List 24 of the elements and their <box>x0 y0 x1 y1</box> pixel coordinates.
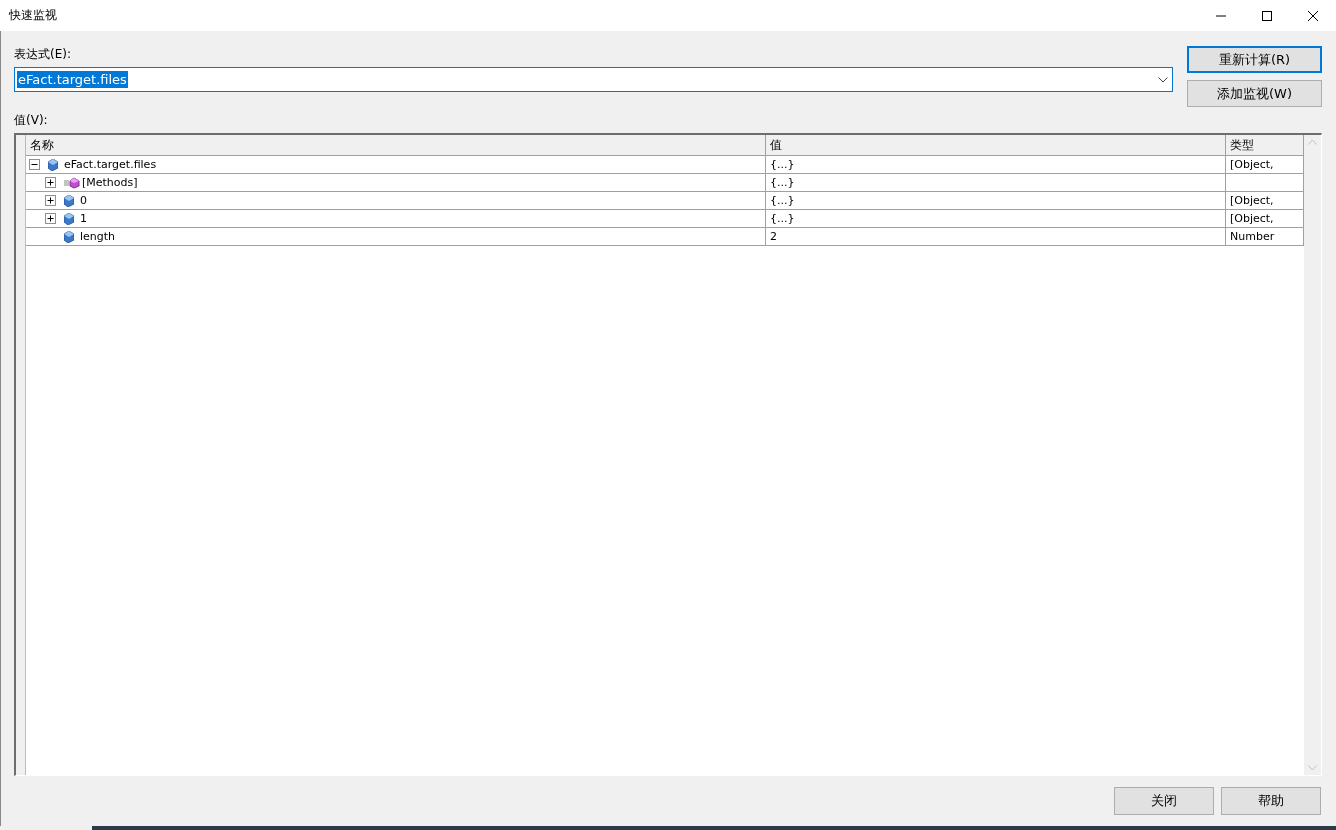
column-header[interactable]: 名称 <box>26 135 766 155</box>
name-cell: 1 <box>80 212 87 225</box>
type-cell: [Object, <box>1230 158 1274 171</box>
value-cell: {...} <box>770 158 795 171</box>
expression-combo-box[interactable]: eFact.target.files <box>14 67 1173 92</box>
help-button[interactable]: 帮助 <box>1221 787 1321 815</box>
column-header[interactable]: 值 <box>766 135 1226 155</box>
recalculate-button[interactable]: 重新计算(R) <box>1187 46 1322 73</box>
name-cell: 0 <box>80 194 87 207</box>
name-cell: length <box>80 230 116 243</box>
type-cell: [Object, <box>1230 212 1274 225</box>
value-cell: {...} <box>770 212 795 225</box>
value-cell: {...} <box>770 176 795 189</box>
window-title: 快速监视 <box>9 7 58 24</box>
value-cell: {...} <box>770 194 795 207</box>
expression-label: 表达式(E): <box>14 46 72 63</box>
name-cell: eFact.target.files <box>64 158 157 171</box>
add-watch-button[interactable]: 添加监视(W) <box>1187 80 1322 107</box>
value-label: 值(V): <box>14 112 49 129</box>
name-cell: [Methods] <box>82 176 138 189</box>
type-cell: [Object, <box>1230 194 1274 207</box>
type-cell: Number <box>1230 230 1275 243</box>
value-cell: 2 <box>770 230 777 243</box>
close-button[interactable]: 关闭 <box>1114 787 1214 815</box>
